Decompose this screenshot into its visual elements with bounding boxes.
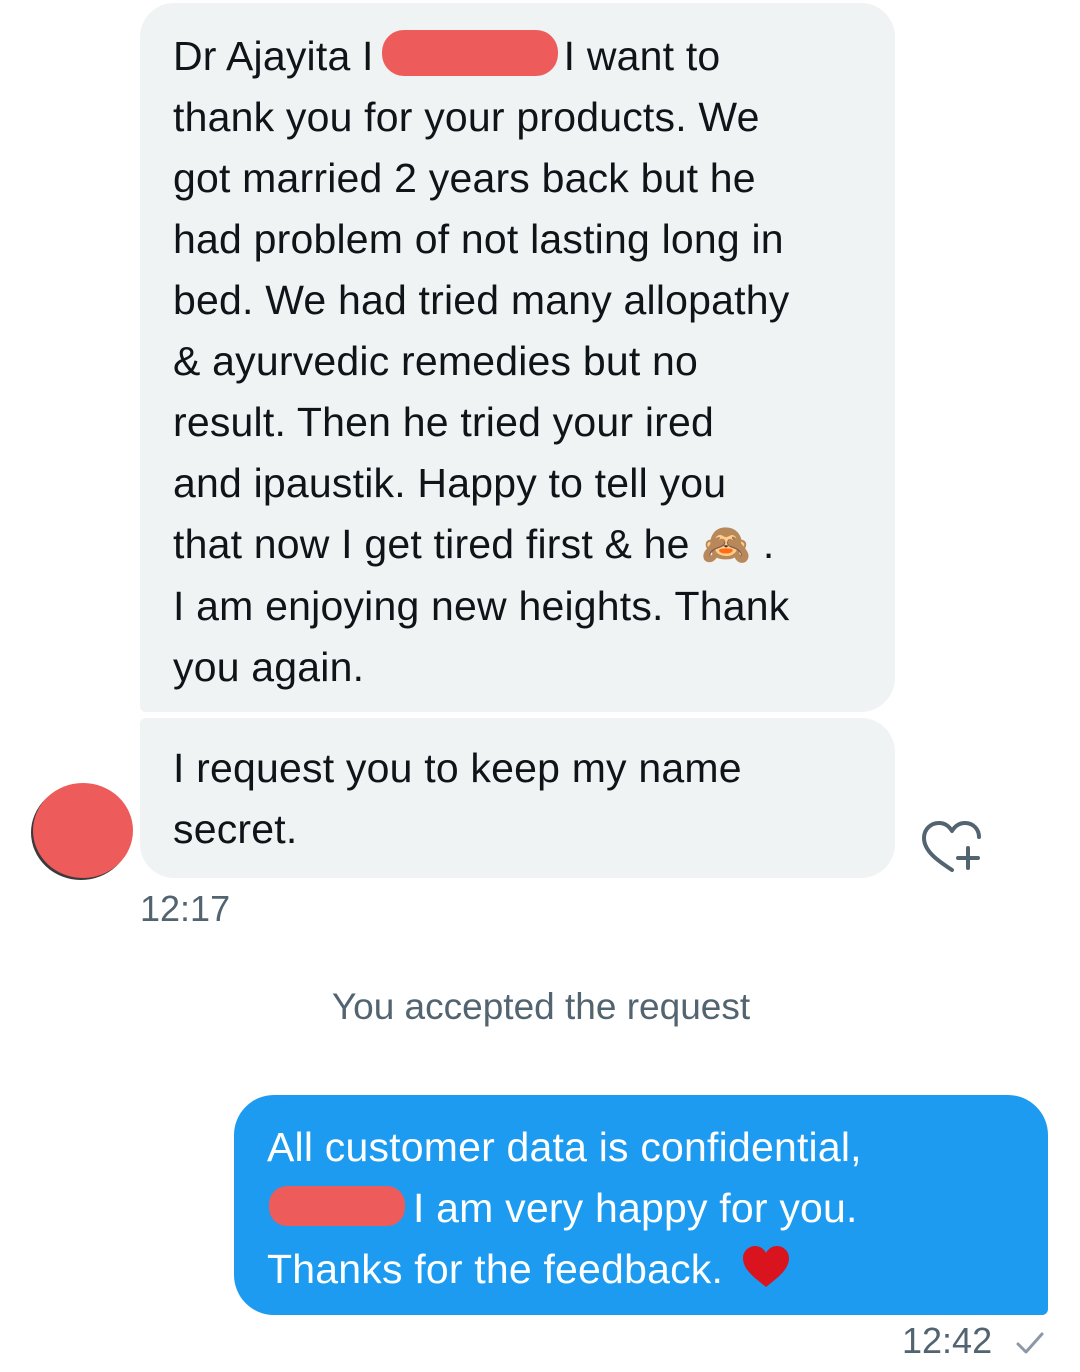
- heart-plus-icon[interactable]: [918, 818, 984, 876]
- checkmark-icon: [1016, 1332, 1044, 1354]
- system-message: You accepted the request: [331, 986, 751, 1027]
- message-line: I am very happy for you.: [267, 1178, 1028, 1239]
- redacted-name: [381, 30, 558, 76]
- redacted-name: [269, 1186, 405, 1226]
- message-line: and ipaustik. Happy to tell you: [173, 460, 727, 506]
- message-line: I request you to keep my name: [173, 745, 742, 791]
- message-line: result. Then he tried your ired: [173, 399, 715, 445]
- message-line: I am enjoying new heights. Thank: [173, 583, 790, 629]
- message-line: Dr Ajayita II want to: [173, 26, 865, 87]
- message-timestamp: 12:42: [902, 1320, 993, 1361]
- message-line: you again.: [173, 644, 365, 690]
- message-line: secret.: [173, 806, 298, 852]
- message-line: Thanks for the feedback.: [267, 1239, 1028, 1300]
- red-heart-icon: [743, 1246, 790, 1287]
- message-line: that now I get tired first & he 🙈 .: [173, 521, 775, 567]
- incoming-message-bubble[interactable]: I request you to keep my name secret.: [140, 718, 895, 878]
- incoming-message-bubble[interactable]: Dr Ajayita II want to thank you for your…: [140, 3, 895, 712]
- message-line: bed. We had tried many allopathy: [173, 277, 790, 323]
- message-line: got married 2 years back but he: [173, 155, 756, 201]
- message-timestamp: 12:17: [140, 888, 231, 929]
- message-line: All customer data is confidential,: [267, 1124, 862, 1170]
- sender-avatar[interactable]: [33, 783, 133, 878]
- see-no-evil-monkey-icon: 🙈: [701, 523, 752, 567]
- message-line: & ayurvedic remedies but no: [173, 338, 699, 384]
- outgoing-message-bubble[interactable]: All customer data is confidential, I am …: [234, 1095, 1048, 1315]
- message-line: had problem of not lasting long in: [173, 216, 784, 262]
- message-line: thank you for your products. We: [173, 94, 760, 140]
